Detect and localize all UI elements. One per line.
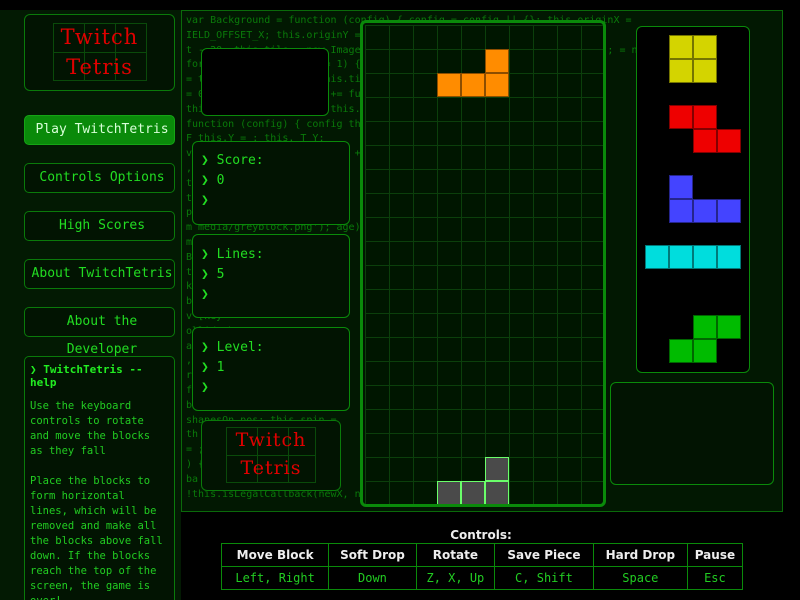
next-piece-block-i bbox=[645, 245, 669, 269]
next-piece-block-j bbox=[669, 199, 693, 223]
small-logo-line-1: Twitch bbox=[235, 429, 307, 451]
next-piece-block-i bbox=[669, 245, 693, 269]
controls-table: Move Block Soft Drop Rotate Save Piece H… bbox=[220, 543, 744, 590]
next-piece-block-s bbox=[693, 315, 717, 339]
active-piece-block bbox=[485, 73, 509, 97]
score-label: ❯ Score: bbox=[201, 153, 264, 168]
help-panel: ❯ TwitchTetris --help Use the keyboard c… bbox=[24, 356, 175, 600]
controls-header-row: Move Block Soft Drop Rotate Save Piece H… bbox=[220, 543, 744, 567]
next-piece-block-z bbox=[717, 129, 741, 153]
lines-label: ❯ Lines: bbox=[201, 247, 264, 262]
next-piece-block-o bbox=[693, 59, 717, 83]
menu-about-game-button[interactable]: About TwitchTetris bbox=[24, 259, 175, 289]
next-piece-block-j bbox=[693, 199, 717, 223]
control-header-rotate: Rotate bbox=[415, 543, 496, 567]
control-key-pause: Esc bbox=[686, 566, 744, 590]
controls-title: Controls: bbox=[450, 528, 512, 542]
menu-about-developer-button[interactable]: About the Developer bbox=[24, 307, 175, 357]
control-key-soft-drop: Down bbox=[328, 566, 417, 590]
next-piece-block-i bbox=[693, 245, 717, 269]
active-piece-block bbox=[437, 73, 461, 97]
control-key-save: C, Shift bbox=[494, 566, 594, 590]
next-piece-block-j bbox=[717, 199, 741, 223]
control-key-hard-drop: Space bbox=[592, 566, 688, 590]
control-header-soft-drop: Soft Drop bbox=[328, 543, 417, 567]
next-piece-block-s bbox=[717, 315, 741, 339]
menu-controls-options-button[interactable]: Controls Options bbox=[24, 163, 175, 193]
lines-prompt: ❯ bbox=[201, 287, 209, 302]
preview-box bbox=[201, 48, 329, 116]
small-logo-line-2: Tetris bbox=[240, 457, 302, 479]
ghost-piece-block bbox=[485, 481, 509, 504]
control-header-pause: Pause bbox=[686, 543, 744, 567]
logo-line-2: Tetris bbox=[66, 55, 133, 79]
next-pieces-panel bbox=[636, 26, 750, 373]
logo-line-1: Twitch bbox=[60, 25, 139, 49]
help-title: ❯ TwitchTetris --help bbox=[30, 363, 143, 389]
ghost-piece-block bbox=[461, 481, 485, 504]
level-label: ❯ Level: bbox=[201, 340, 264, 355]
logo: Twitch Tetris bbox=[24, 14, 175, 91]
score-prompt: ❯ bbox=[201, 193, 209, 208]
lines-box: ❯ Lines: ❯ 5 ❯ bbox=[192, 234, 350, 318]
level-box: ❯ Level: ❯ 1 ❯ bbox=[192, 327, 350, 411]
small-logo: Twitch Tetris bbox=[201, 420, 341, 491]
next-piece-block-o bbox=[669, 59, 693, 83]
next-piece-block-s bbox=[669, 339, 693, 363]
level-prompt: ❯ bbox=[201, 380, 209, 395]
score-value: ❯ 0 bbox=[201, 173, 225, 188]
control-key-rotate: Z, X, Up bbox=[415, 566, 496, 590]
menu-high-scores-button[interactable]: High Scores bbox=[24, 211, 175, 241]
ghost-piece-block bbox=[485, 457, 509, 481]
next-piece-block-s bbox=[693, 339, 717, 363]
control-header-save: Save Piece bbox=[494, 543, 594, 567]
active-piece-block bbox=[461, 73, 485, 97]
next-piece-block-o bbox=[669, 35, 693, 59]
game-board[interactable] bbox=[360, 20, 606, 507]
next-piece-block-z bbox=[669, 105, 693, 129]
ghost-piece-block bbox=[437, 481, 461, 504]
controls-keys-row: Left, Right Down Z, X, Up C, Shift Space… bbox=[220, 566, 744, 590]
menu-play-button[interactable]: Play TwitchTetris bbox=[24, 115, 175, 145]
control-key-move: Left, Right bbox=[220, 566, 330, 590]
next-piece-block-z bbox=[693, 129, 717, 153]
next-piece-block-j bbox=[669, 175, 693, 199]
control-header-move: Move Block bbox=[220, 543, 330, 567]
board-grid bbox=[365, 25, 603, 504]
next-piece-block-z bbox=[693, 105, 717, 129]
help-paragraph-2: Place the blocks to form horizontal line… bbox=[30, 475, 163, 600]
help-paragraph-1: Use the keyboard controls to rotate and … bbox=[30, 400, 151, 457]
next-piece-block-i bbox=[717, 245, 741, 269]
active-piece-block bbox=[485, 49, 509, 73]
next-piece-block-o bbox=[693, 35, 717, 59]
lines-value: ❯ 5 bbox=[201, 267, 225, 282]
level-value: ❯ 1 bbox=[201, 360, 225, 375]
score-box: ❯ Score: ❯ 0 ❯ bbox=[192, 141, 350, 225]
hold-piece-box bbox=[610, 382, 774, 485]
control-header-hard-drop: Hard Drop bbox=[592, 543, 688, 567]
